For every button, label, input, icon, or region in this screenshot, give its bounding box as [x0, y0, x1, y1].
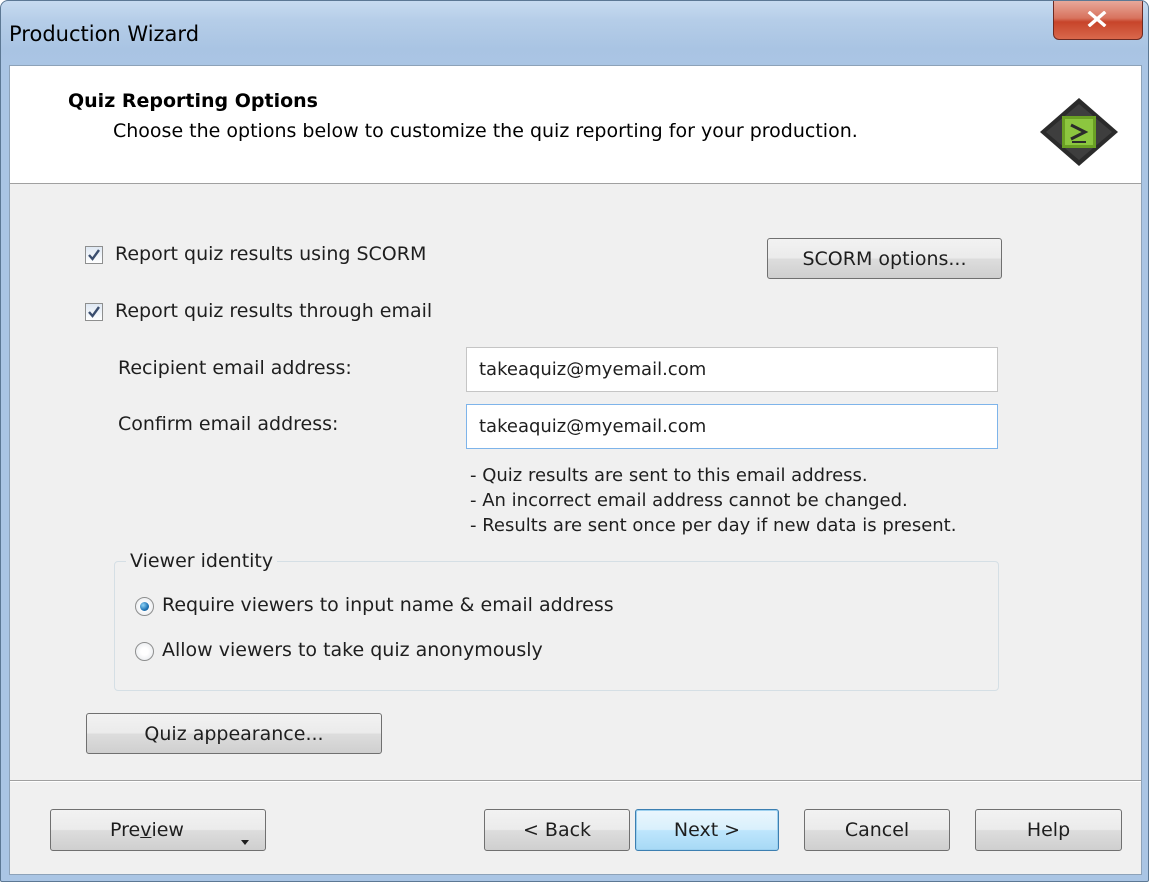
close-icon — [1087, 11, 1107, 27]
scorm-checkbox[interactable] — [85, 246, 103, 264]
email-note: - An incorrect email address cannot be c… — [470, 490, 908, 511]
scorm-options-button[interactable]: SCORM options... — [767, 238, 1002, 279]
email-report-label[interactable]: Report quiz results through email — [115, 300, 432, 322]
require-identity-label[interactable]: Require viewers to input name & email ad… — [162, 594, 614, 616]
page-subtitle: Choose the options below to customize th… — [113, 120, 858, 142]
footer-divider — [10, 780, 1141, 782]
window-title: Production Wizard — [9, 22, 200, 46]
next-button[interactable]: Next > — [635, 809, 779, 851]
dropdown-arrow-icon — [241, 828, 249, 850]
viewer-identity-legend: Viewer identity — [126, 550, 278, 572]
preview-label: Preview — [110, 819, 184, 841]
title-bar[interactable]: Production Wizard — [1, 1, 1148, 65]
back-button[interactable]: < Back — [484, 809, 630, 851]
camtasia-logo-icon — [1040, 98, 1118, 166]
email-checkbox[interactable] — [85, 303, 103, 321]
viewer-identity-group — [114, 561, 999, 691]
confirm-email-field[interactable]: takeaquiz@myemail.com — [466, 404, 998, 449]
cancel-button[interactable]: Cancel — [804, 809, 950, 851]
close-button[interactable] — [1053, 1, 1143, 40]
recipient-email-field[interactable]: takeaquiz@myemail.com — [466, 347, 998, 392]
preview-button[interactable]: Preview — [50, 809, 266, 851]
require-identity-radio[interactable] — [135, 597, 154, 616]
email-note: - Quiz results are sent to this email ad… — [470, 465, 868, 486]
recipient-email-label: Recipient email address: — [118, 357, 352, 379]
help-button[interactable]: Help — [975, 809, 1122, 851]
checkmark-icon — [88, 306, 100, 318]
page-title: Quiz Reporting Options — [68, 90, 318, 112]
email-note: - Results are sent once per day if new d… — [470, 515, 957, 536]
anonymous-label[interactable]: Allow viewers to take quiz anonymously — [162, 639, 543, 661]
anonymous-radio[interactable] — [135, 642, 154, 661]
wizard-client-area: Quiz Reporting Options Choose the option… — [9, 65, 1142, 875]
scorm-label[interactable]: Report quiz results using SCORM — [115, 243, 426, 265]
checkmark-icon — [88, 249, 100, 261]
quiz-appearance-button[interactable]: Quiz appearance... — [86, 713, 382, 754]
confirm-email-label: Confirm email address: — [118, 413, 339, 435]
wizard-header: Quiz Reporting Options Choose the option… — [10, 66, 1141, 184]
production-wizard-window: Production Wizard Quiz Reporting Options… — [0, 0, 1149, 882]
email-notes: - Quiz results are sent to this email ad… — [470, 463, 956, 538]
